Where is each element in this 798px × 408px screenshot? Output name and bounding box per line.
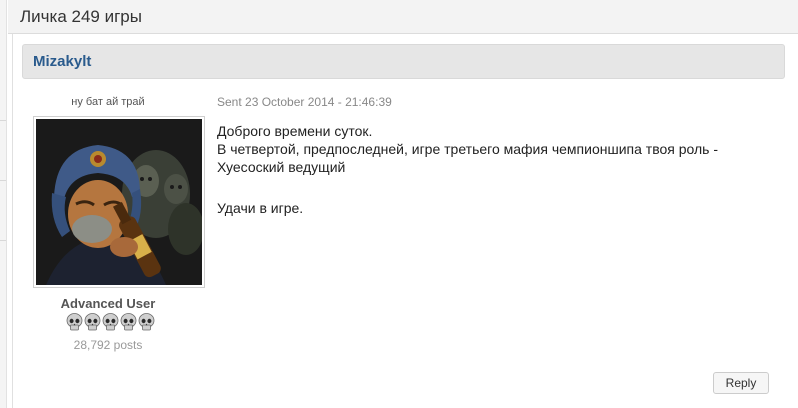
page: Личка 249 игры Mizakylt ну бат ай трай A… xyxy=(0,0,798,408)
user-title: ну бат ай трай xyxy=(71,96,145,108)
user-rank: Advanced User xyxy=(60,296,156,311)
author-name-link[interactable]: Mizakylt xyxy=(33,53,91,70)
left-edge-panel xyxy=(0,0,7,408)
message-line: Доброго времени суток. xyxy=(217,123,373,139)
message-post: Mizakylt ну бат ай трай Advanced User 28… xyxy=(12,34,798,408)
skull-icon xyxy=(102,313,119,331)
message-line: Удачи в игре. xyxy=(217,200,304,216)
post-count: 28,792 posts xyxy=(73,338,143,352)
author-bar: Mizakylt xyxy=(22,44,785,79)
avatar[interactable] xyxy=(33,116,205,288)
page-title: Личка 249 игры xyxy=(20,7,142,26)
message-line: Хуесоский ведущий xyxy=(217,159,346,175)
rank-icons xyxy=(66,313,155,333)
skull-icon xyxy=(66,313,83,331)
author-profile: ну бат ай трай Advanced User 28,792 post… xyxy=(33,96,205,352)
skull-icon xyxy=(120,313,137,331)
reply-button[interactable]: Reply xyxy=(713,372,769,394)
skull-icon xyxy=(138,313,155,331)
message-line: В четвертой, предпоследней, игре третьег… xyxy=(217,141,719,157)
page-header: Личка 249 игры xyxy=(8,0,798,34)
avatar-image xyxy=(36,119,202,285)
message-body: Доброго времени суток. В четвертой, пред… xyxy=(217,122,777,217)
skull-icon xyxy=(84,313,101,331)
sent-timestamp: Sent 23 October 2014 - 21:46:39 xyxy=(217,95,392,109)
